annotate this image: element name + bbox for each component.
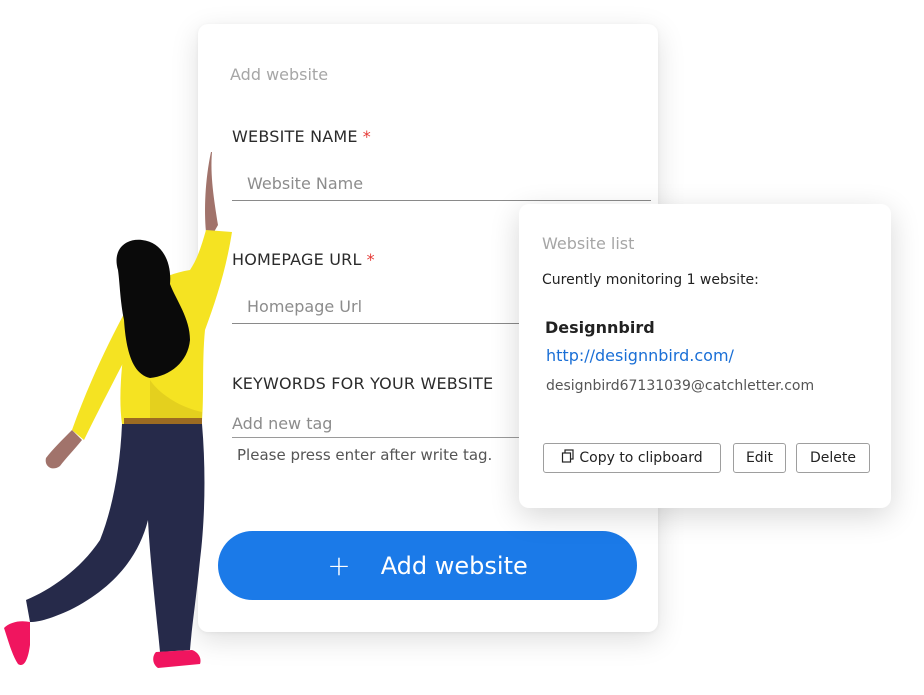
belt [124,418,202,424]
monitoring-status: Curently monitoring 1 website: [542,272,759,288]
delete-button-label: Delete [810,450,856,466]
edit-button-label: Edit [745,450,774,466]
site-url-link[interactable]: http://designnbird.com/ [546,346,734,365]
copy-to-clipboard-button[interactable]: Copy to clipboard [543,443,721,473]
copy-icon [561,449,575,467]
lower-hand [45,430,82,469]
site-email: designbird67131039@catchletter.com [546,378,815,394]
site-name: Designnbird [545,318,655,337]
right-shoe [153,650,201,668]
website-list-title: Website list [542,234,635,253]
copy-to-clipboard-label: Copy to clipboard [579,450,703,466]
raised-arm [205,152,218,232]
delete-button[interactable]: Delete [796,443,870,473]
edit-button[interactable]: Edit [733,443,786,473]
left-shoe [4,621,30,666]
